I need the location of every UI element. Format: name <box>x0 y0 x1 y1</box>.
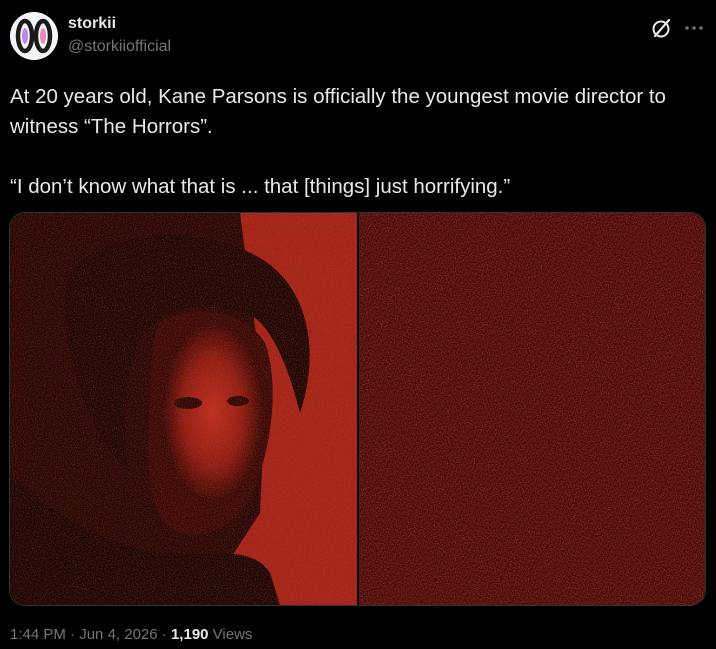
tweet-card: storkii @storkiiofficial At 20 years old… <box>0 0 716 649</box>
tweet-time[interactable]: 1:44 PM <box>10 626 66 643</box>
handle[interactable]: @storkiiofficial <box>68 37 171 57</box>
views-count: 1,190 <box>170 626 209 643</box>
tweet-header: storkii @storkiiofficial <box>10 10 706 66</box>
display-name[interactable]: storkii <box>68 14 171 34</box>
tweet-paragraph-1: At 20 years old, Kane Parsons is officia… <box>10 85 666 138</box>
views-label: Views <box>208 626 253 643</box>
tweet-date[interactable]: Jun 4, 2026 <box>79 626 157 643</box>
meta-separator: · <box>65 626 80 643</box>
storkii-logo-icon <box>10 12 58 60</box>
portrait-red-noise-image[interactable] <box>10 213 357 605</box>
avatar[interactable] <box>10 12 58 60</box>
red-noise-static-image[interactable] <box>359 213 705 605</box>
tweet-meta: 1:44 PM · Jun 4, 2026 · 1,190 Views <box>10 624 252 646</box>
more-dots-icon[interactable] <box>682 16 706 40</box>
tweet-media[interactable] <box>9 212 706 606</box>
author-names: storkii @storkiiofficial <box>68 14 171 57</box>
grok-icon[interactable] <box>650 16 674 40</box>
meta-separator: · <box>157 626 171 643</box>
tweet-paragraph-2: “I don’t know what that is ... that [thi… <box>10 175 511 198</box>
tweet-text: At 20 years old, Kane Parsons is officia… <box>10 82 706 202</box>
